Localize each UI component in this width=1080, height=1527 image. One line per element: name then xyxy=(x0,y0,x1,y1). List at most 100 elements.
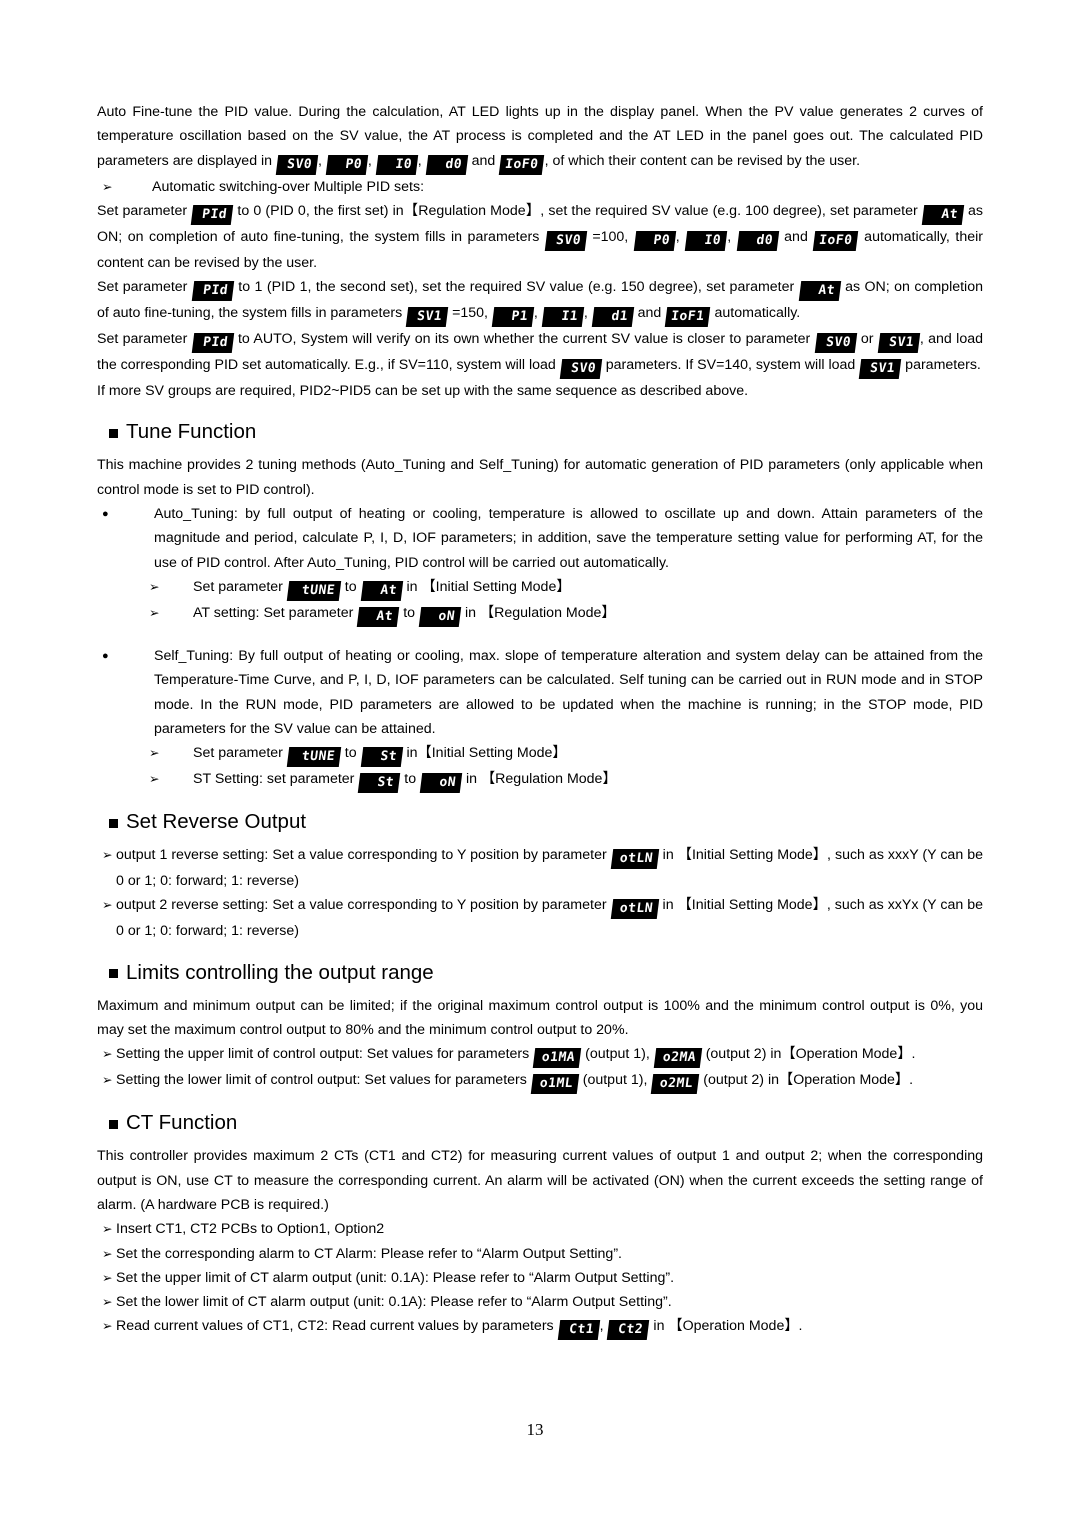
txt: ST Setting: set parameter xyxy=(193,771,359,788)
txt: parameters. If SV=140, system will load xyxy=(601,357,860,374)
led-badge-d0: d0 xyxy=(425,154,468,175)
auto-tuning-step-2-text: AT setting: Set parameter At to oN in 【R… xyxy=(163,601,983,627)
led-badge-sv1: SV1 xyxy=(877,333,921,354)
self-tuning-step-1-text: Set parameter tUNE to St in【Initial Sett… xyxy=(163,741,983,768)
txt: =150, xyxy=(448,305,492,322)
led-badge-i1: I1 xyxy=(541,307,585,328)
auto-tuning-step-2: ➢ AT setting: Set parameter At to oN in … xyxy=(97,601,983,627)
txt: , xyxy=(583,305,592,322)
arrow-bullet-icon: ➢ xyxy=(102,179,113,194)
section-title: CT Function xyxy=(126,1111,238,1135)
sep: , xyxy=(417,152,426,169)
multi-pid-heading: Automatic switching-over Multiple PID se… xyxy=(116,175,983,199)
square-bullet-icon xyxy=(109,428,118,438)
sep: , xyxy=(318,152,326,169)
led-badge-st: St xyxy=(358,773,401,794)
page-number: 13 xyxy=(526,1420,544,1439)
arrow-bullet-icon: ➢ xyxy=(102,1073,113,1088)
txt: in 【Initial Setting Mode】 xyxy=(402,578,571,595)
led-badge-p0: P0 xyxy=(325,154,369,175)
ct-read-values-row: ➢ Read current values of CT1, CT2: Read … xyxy=(97,1314,983,1341)
ct-item-text: Set the lower limit of CT alarm output (… xyxy=(116,1294,672,1311)
led-badge-pid: PId xyxy=(191,333,234,354)
arrow-bullet-icon: ➢ xyxy=(102,848,113,863)
ct-read-values-text: Read current values of CT1, CT2: Read cu… xyxy=(116,1314,983,1341)
led-badge-ct1: Ct1 xyxy=(557,1320,600,1341)
document-page: Auto Fine-tune the PID value. During the… xyxy=(0,0,1080,1527)
self-tuning-step-1: ➢ Set parameter tUNE to St in【Initial Se… xyxy=(97,741,983,768)
led-badge-sv1: SV1 xyxy=(859,359,902,380)
txt: to 0 (PID 0, the first set) in【Regulatio… xyxy=(233,202,922,219)
led-badge-at: At xyxy=(357,606,400,627)
multi-pid-line-2: Set parameter PId to 1 (PID 1, the secon… xyxy=(97,275,983,328)
txt: Set parameter xyxy=(193,578,287,595)
arrow-bullet-icon: ➢ xyxy=(149,579,160,594)
led-badge-pid: PId xyxy=(191,281,235,302)
txt: Setting the upper limit of control outpu… xyxy=(116,1046,534,1063)
led-badge-at: At xyxy=(921,204,965,225)
ct-item-text: Set the upper limit of CT alarm output (… xyxy=(116,1269,675,1286)
ct-item-text: Insert CT1, CT2 PCBs to Option1, Option2 xyxy=(116,1221,385,1238)
multi-pid-line-1: Set parameter PId to 0 (PID 0, the first… xyxy=(97,199,983,275)
square-bullet-icon xyxy=(109,1119,118,1129)
auto-tuning-step-1-text: Set parameter tUNE to At in 【Initial Set… xyxy=(163,575,983,601)
reverse-output-item-1: ➢ output 1 reverse setting: Set a value … xyxy=(97,843,983,893)
txt: Set parameter xyxy=(97,331,192,348)
txt: to xyxy=(400,771,421,788)
self-tuning-step-2: ➢ ST Setting: set parameter St to oN in … xyxy=(97,767,983,794)
multi-pid-line-3: Set parameter PId to AUTO, System will v… xyxy=(97,327,983,380)
led-badge-i0: I0 xyxy=(375,154,419,175)
auto-tuning-text: Auto_Tuning: by full output of heating o… xyxy=(154,506,983,571)
led-badge-o1ml: o1ML xyxy=(530,1074,580,1095)
conj: and xyxy=(467,152,500,169)
reverse-output-item-2: ➢ output 2 reverse setting: Set a value … xyxy=(97,893,983,943)
led-badge-on: oN xyxy=(418,606,462,627)
arrow-bullet-icon: ➢ xyxy=(102,1222,113,1237)
led-badge-st: St xyxy=(360,747,403,768)
led-badge-o2ma: o2MA xyxy=(653,1048,702,1069)
txt: , xyxy=(533,305,542,322)
auto-tuning-step-1: ➢ Set parameter tUNE to At in 【Initial S… xyxy=(97,575,983,601)
led-badge-d0: d0 xyxy=(736,230,779,251)
led-badge-at: At xyxy=(360,580,403,601)
arrow-bullet-icon: ➢ xyxy=(102,1246,113,1261)
txt: or xyxy=(856,331,878,348)
multi-pid-heading-row: ➢ Automatic switching-over Multiple PID … xyxy=(97,175,983,199)
txt: , xyxy=(675,228,686,245)
led-badge-sv0: SV0 xyxy=(275,154,319,175)
section-title: Set Reverse Output xyxy=(126,810,307,834)
led-badge-tune: tUNE xyxy=(286,747,342,768)
led-badge-at: At xyxy=(798,281,841,302)
section-heading-set-reverse-output: Set Reverse Output xyxy=(109,809,983,835)
txt: , xyxy=(599,1318,608,1335)
txt: to xyxy=(340,745,361,762)
self-tuning-text: Self_Tuning: By full output of heating o… xyxy=(154,647,983,737)
txt: output 1 reverse setting: Set a value co… xyxy=(116,847,611,864)
led-badge-sv0: SV0 xyxy=(559,359,602,380)
led-badge-o2ml: o2ML xyxy=(651,1074,700,1095)
section-heading-ct-function: CT Function xyxy=(109,1110,983,1136)
output-limits-lower-row: ➢ Setting the lower limit of control out… xyxy=(97,1068,983,1095)
led-badge-sv1: SV1 xyxy=(405,307,449,328)
square-bullet-icon xyxy=(109,818,118,828)
txt: in 【Operation Mode】. xyxy=(649,1318,803,1335)
txt: (output 2) in【Operation Mode】. xyxy=(699,1072,914,1089)
arrow-bullet-icon: ➢ xyxy=(149,605,160,620)
txt: , xyxy=(727,228,737,245)
led-badge-p1: P1 xyxy=(491,307,535,328)
txt: Set parameter xyxy=(97,202,192,219)
led-badge-iof1: IoF1 xyxy=(665,307,711,328)
led-badge-otln: otLN xyxy=(610,849,659,870)
txt: parameters. xyxy=(901,357,981,374)
ct-item: ➢ Set the upper limit of CT alarm output… xyxy=(97,1266,983,1290)
led-badge-iof0: IoF0 xyxy=(499,154,545,175)
section-heading-tune-function: Tune Function xyxy=(109,419,983,445)
led-badge-tune: tUNE xyxy=(286,580,342,601)
led-badge-on: oN xyxy=(419,773,463,794)
output-limits-upper-row: ➢ Setting the upper limit of control out… xyxy=(97,1042,983,1069)
txt: =100, xyxy=(586,228,634,245)
tune-function-intro: This machine provides 2 tuning methods (… xyxy=(97,457,983,498)
arrow-bullet-icon: ➢ xyxy=(149,772,160,787)
ct-item: ➢ Set the lower limit of CT alarm output… xyxy=(97,1290,983,1314)
intro-tail: , of which their content can be revised … xyxy=(544,152,861,169)
